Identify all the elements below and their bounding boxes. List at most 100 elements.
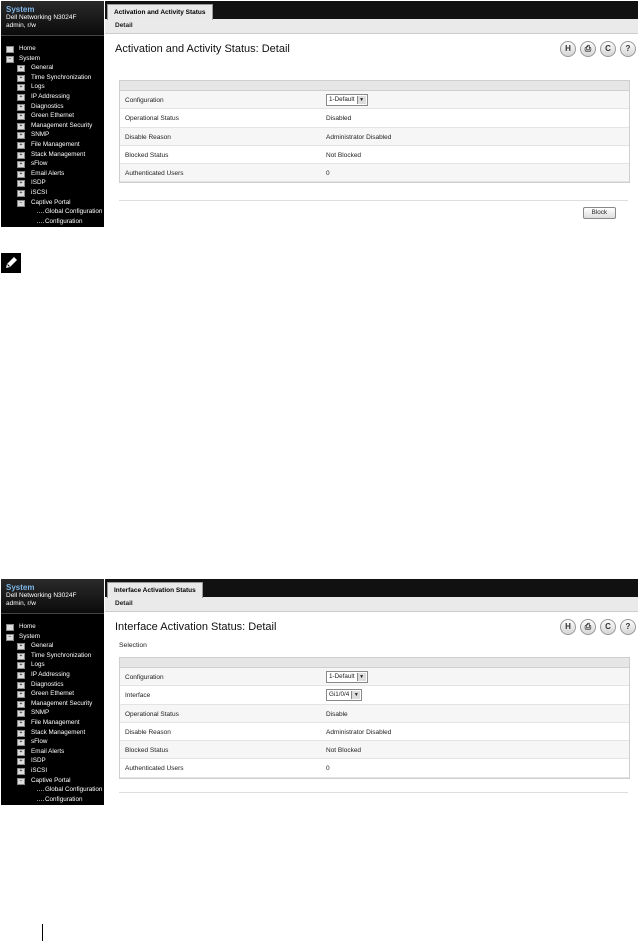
plus-icon[interactable]: + xyxy=(17,758,25,766)
plus-icon[interactable]: + xyxy=(17,151,25,159)
minus-icon[interactable]: − xyxy=(6,633,14,641)
sidebar-item-iscsi[interactable]: + iSCSI xyxy=(1,188,104,198)
plus-icon[interactable]: + xyxy=(17,170,25,178)
plus-icon[interactable]: + xyxy=(17,748,25,756)
chevron-down-icon[interactable]: ▼ xyxy=(351,691,361,700)
save-icon[interactable]: H xyxy=(560,619,576,635)
plus-icon[interactable]: + xyxy=(17,671,25,679)
sidebar-item-label: Time Synchronization xyxy=(31,73,92,81)
plus-icon[interactable]: + xyxy=(17,719,25,727)
sidebar-item-label: IP Addressing xyxy=(31,92,70,100)
plus-icon[interactable]: + xyxy=(17,180,25,188)
sidebar-item-isdp[interactable]: + ISDP xyxy=(1,756,104,766)
save-icon[interactable]: H xyxy=(560,41,576,57)
sidebar-item-diagnostics[interactable]: + Diagnostics xyxy=(1,102,104,112)
minus-icon[interactable]: − xyxy=(17,777,25,785)
sidebar-item-label: SNMP xyxy=(31,131,50,139)
sidebar-item-email-alerts[interactable]: + Email Alerts xyxy=(1,747,104,757)
sidebar-item-logs[interactable]: + Logs xyxy=(1,82,104,92)
sidebar-item-iscsi[interactable]: + iSCSI xyxy=(1,766,104,776)
configuration-select[interactable]: 1-Default ▼ xyxy=(326,671,368,683)
subtab-detail[interactable]: Detail xyxy=(105,19,638,34)
field-value: Administrator Disabled xyxy=(326,728,392,736)
plus-icon[interactable]: + xyxy=(17,643,25,651)
subtab-detail[interactable]: Detail xyxy=(105,597,638,612)
plus-icon[interactable]: + xyxy=(17,74,25,82)
sidebar-item-management-security[interactable]: + Management Security xyxy=(1,121,104,131)
home-icon[interactable] xyxy=(6,46,14,53)
sidebar-item-ip-addressing[interactable]: + IP Addressing xyxy=(1,670,104,680)
table-row: Disable Reason Administrator Disabled xyxy=(120,127,629,146)
plus-icon[interactable]: + xyxy=(17,132,25,140)
plus-icon[interactable]: + xyxy=(17,84,25,92)
sidebar-item-configuration[interactable]: Configuration xyxy=(1,217,104,227)
sidebar-item-home[interactable]: Home xyxy=(1,44,104,54)
interface-select[interactable]: Gi1/0/4 ▼ xyxy=(326,689,363,702)
plus-icon[interactable]: + xyxy=(17,113,25,121)
plus-icon[interactable]: + xyxy=(17,122,25,130)
sidebar-item-configuration[interactable]: Configuration xyxy=(1,795,104,805)
plus-icon[interactable]: + xyxy=(17,103,25,111)
print-icon[interactable]: ⎙ xyxy=(580,619,596,635)
home-icon[interactable] xyxy=(6,624,14,631)
sidebar-item-global-configuration[interactable]: Global Configuration xyxy=(1,785,104,795)
sidebar-item-file-management[interactable]: + File Management xyxy=(1,140,104,150)
sidebar-item-general[interactable]: + General xyxy=(1,641,104,651)
help-icon[interactable]: ? xyxy=(620,619,636,635)
sidebar-item-stack-management[interactable]: + Stack Management xyxy=(1,728,104,738)
plus-icon[interactable]: + xyxy=(17,700,25,708)
sidebar-item-system[interactable]: − System xyxy=(1,54,104,64)
plus-icon[interactable]: + xyxy=(17,161,25,169)
help-icon[interactable]: ? xyxy=(620,41,636,57)
sidebar-item-sflow[interactable]: + sFlow xyxy=(1,737,104,747)
sidebar-item-file-management[interactable]: + File Management xyxy=(1,718,104,728)
sidebar-item-green-ethernet[interactable]: + Green Ethernet xyxy=(1,111,104,121)
sidebar-item-isdp[interactable]: + ISDP xyxy=(1,178,104,188)
sidebar-item-sflow[interactable]: + sFlow xyxy=(1,159,104,169)
tab-activation-status[interactable]: Activation and Activity Status xyxy=(107,4,213,20)
sidebar-item-global-configuration[interactable]: Global Configuration xyxy=(1,207,104,217)
sidebar-item-email-alerts[interactable]: + Email Alerts xyxy=(1,169,104,179)
print-icon[interactable]: ⎙ xyxy=(580,41,596,57)
plus-icon[interactable]: + xyxy=(17,652,25,660)
sidebar-item-snmp[interactable]: + SNMP xyxy=(1,130,104,140)
device-name: Dell Networking N3024F xyxy=(6,592,77,599)
sidebar-item-logs[interactable]: + Logs xyxy=(1,660,104,670)
sidebar-item-general[interactable]: + General xyxy=(1,63,104,73)
sidebar-item-ip-addressing[interactable]: + IP Addressing xyxy=(1,92,104,102)
sidebar-item-captive-portal[interactable]: − Captive Portal xyxy=(1,198,104,208)
plus-icon[interactable]: + xyxy=(17,767,25,775)
refresh-icon[interactable]: C xyxy=(600,619,616,635)
sidebar-item-diagnostics[interactable]: + Diagnostics xyxy=(1,680,104,690)
sidebar-item-system[interactable]: − System xyxy=(1,632,104,642)
plus-icon[interactable]: + xyxy=(17,691,25,699)
sidebar-item-time-synchronization[interactable]: + Time Synchronization xyxy=(1,651,104,661)
minus-icon[interactable]: − xyxy=(6,55,14,63)
field-value: Administrator Disabled xyxy=(326,133,392,141)
plus-icon[interactable]: + xyxy=(17,681,25,689)
plus-icon[interactable]: + xyxy=(17,729,25,737)
sidebar-item-captive-portal[interactable]: − Captive Portal xyxy=(1,776,104,786)
field-label: Disable Reason xyxy=(125,133,171,141)
table-row: Authenticated Users 0 xyxy=(120,759,629,778)
sidebar-item-stack-management[interactable]: + Stack Management xyxy=(1,150,104,160)
sidebar-item-management-security[interactable]: + Management Security xyxy=(1,699,104,709)
sidebar-item-green-ethernet[interactable]: + Green Ethernet xyxy=(1,689,104,699)
sidebar-item-home[interactable]: Home xyxy=(1,622,104,632)
chevron-down-icon[interactable]: ▼ xyxy=(356,673,366,681)
plus-icon[interactable]: + xyxy=(17,93,25,101)
plus-icon[interactable]: + xyxy=(17,710,25,718)
plus-icon[interactable]: + xyxy=(17,662,25,670)
plus-icon[interactable]: + xyxy=(17,739,25,747)
sidebar-item-snmp[interactable]: + SNMP xyxy=(1,708,104,718)
refresh-icon[interactable]: C xyxy=(600,41,616,57)
tab-interface-activation-status[interactable]: Interface Activation Status xyxy=(107,582,203,598)
sidebar-item-time-synchronization[interactable]: + Time Synchronization xyxy=(1,73,104,83)
plus-icon[interactable]: + xyxy=(17,189,25,197)
block-button[interactable]: Block xyxy=(582,207,616,219)
chevron-down-icon[interactable]: ▼ xyxy=(356,96,366,104)
configuration-select[interactable]: 1-Default ▼ xyxy=(326,94,368,106)
plus-icon[interactable]: + xyxy=(17,141,25,149)
plus-icon[interactable]: + xyxy=(17,65,25,73)
minus-icon[interactable]: − xyxy=(17,199,25,207)
